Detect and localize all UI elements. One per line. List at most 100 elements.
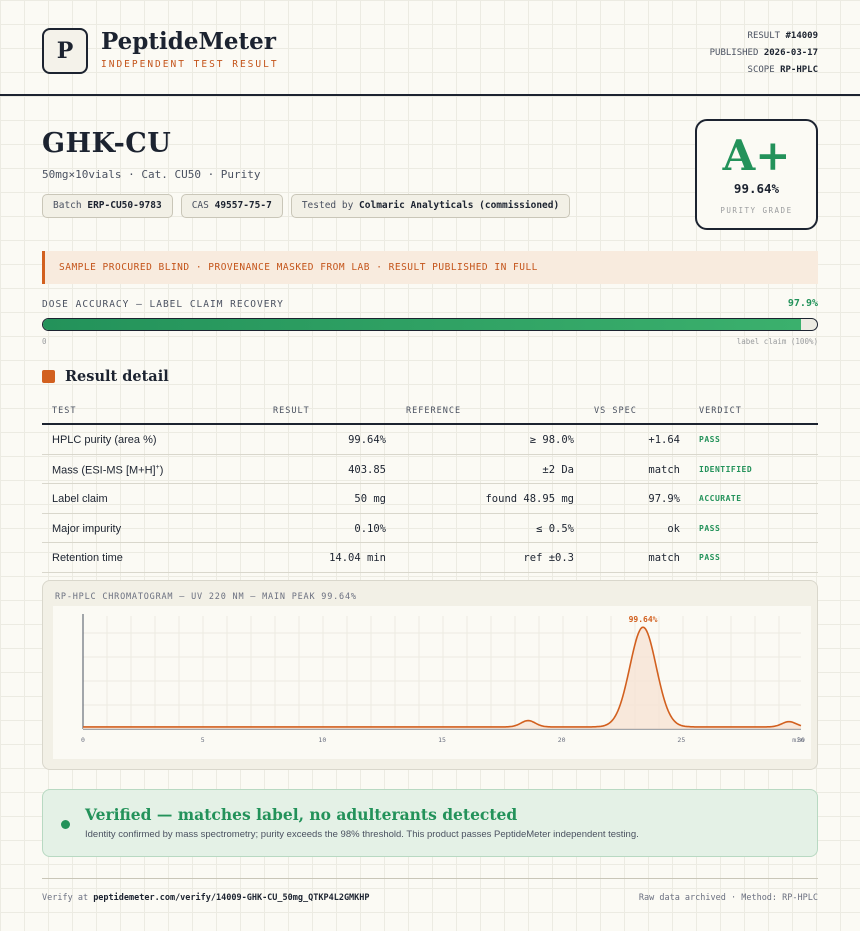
published-label: PUBLISHED bbox=[709, 48, 759, 58]
peak-label: 99.64% bbox=[629, 615, 658, 624]
purity-grade-card: A+ 99.64% PURITY GRADE bbox=[695, 119, 818, 230]
col-vs-spec: VS SPEC bbox=[594, 406, 637, 416]
scope-value: RP-HPLC bbox=[780, 65, 818, 75]
verify-line: Verify at peptidemeter.com/verify/14009-… bbox=[42, 893, 370, 903]
published-line: PUBLISHED 2026-03-17 bbox=[710, 45, 818, 62]
row-vs-spec: match bbox=[648, 552, 680, 564]
x-tick-label: 20 bbox=[558, 736, 566, 744]
brand-subtitle: INDEPENDENT TEST RESULT bbox=[101, 59, 279, 70]
logo-letter: P bbox=[56, 38, 74, 64]
col-reference: REFERENCE bbox=[406, 406, 462, 416]
product-chips: Batch ERP-CU50-9783 CAS 49557-75-7 Teste… bbox=[42, 194, 571, 218]
batch-value: ERP-CU50-9783 bbox=[87, 200, 162, 211]
grade-label: PURITY GRADE bbox=[720, 206, 793, 215]
dose-accuracy-fill bbox=[43, 319, 801, 330]
batch-label: Batch bbox=[53, 200, 82, 211]
scope-label: SCOPE bbox=[747, 65, 775, 75]
chromatogram-title: RP-HPLC CHROMATOGRAM — UV 220 NM — MAIN … bbox=[55, 592, 357, 602]
row-verdict: IDENTIFIED bbox=[699, 464, 753, 474]
verified-title: Verified — matches label, no adulterants… bbox=[85, 805, 518, 824]
row-test: Retention time bbox=[52, 552, 123, 564]
blind-sample-banner: SAMPLE PROCURED BLIND · PROVENANCE MASKE… bbox=[42, 251, 818, 284]
grade-letter: A+ bbox=[722, 131, 791, 180]
tested-by-chip: Tested by Colmaric Analyticals (commissi… bbox=[290, 194, 571, 218]
result-table: TEST RESULT REFERENCE VS SPEC VERDICT HP… bbox=[42, 398, 818, 573]
x-tick-label: 5 bbox=[201, 736, 205, 744]
x-tick-label: 25 bbox=[677, 736, 685, 744]
dose-max-label: label claim (100%) bbox=[736, 337, 818, 346]
col-result: RESULT bbox=[273, 406, 310, 416]
table-row: Retention time 14.04 min ref ±0.3 match … bbox=[42, 543, 818, 573]
report-header: P PeptideMeter INDEPENDENT TEST RESULT R… bbox=[0, 0, 860, 96]
tested-label: Tested by bbox=[301, 200, 354, 211]
cas-chip: CAS 49557-75-7 bbox=[180, 194, 283, 218]
x-tick-label: 15 bbox=[438, 736, 446, 744]
grade-percent: 99.64% bbox=[733, 181, 780, 196]
x-tick-label: 10 bbox=[318, 736, 326, 744]
signal-line bbox=[83, 626, 802, 728]
footer-divider bbox=[42, 878, 818, 879]
chromatogram-panel: RP-HPLC CHROMATOGRAM — UV 220 NM — MAIN … bbox=[42, 580, 818, 770]
report-meta: RESULT #14009 PUBLISHED 2026-03-17 SCOPE… bbox=[710, 28, 818, 79]
x-unit-label: min bbox=[792, 736, 804, 744]
product-subline: 50mg×10vials · Cat. CU50 · Purity bbox=[42, 168, 261, 181]
verified-description: Identity confirmed by mass spectrometry;… bbox=[85, 829, 639, 840]
row-result: 0.10% bbox=[354, 522, 386, 535]
signal-area bbox=[83, 627, 801, 729]
verified-banner: Verified — matches label, no adulterants… bbox=[42, 789, 818, 857]
row-test: Mass (ESI-MS [M+H]+) bbox=[52, 464, 163, 477]
chromatogram-plot: 99.64% 0 5 10 15 20 25 30 min bbox=[53, 606, 811, 759]
cas-value: 49557-75-7 bbox=[214, 200, 272, 211]
row-test: Label claim bbox=[52, 493, 108, 505]
row-test-text: Mass (ESI-MS [M+H] bbox=[52, 464, 156, 477]
table-header: TEST RESULT REFERENCE VS SPEC VERDICT bbox=[42, 398, 818, 425]
dose-accuracy-value: 97.9% bbox=[787, 298, 818, 309]
dose-accuracy-bar bbox=[42, 318, 818, 331]
row-verdict: PASS bbox=[699, 435, 721, 444]
dose-min-label: 0 bbox=[42, 337, 47, 346]
chromatogram-svg: 99.64%0 5 10 15 20 25 30min bbox=[81, 614, 805, 744]
published-date: 2026-03-17 bbox=[763, 48, 818, 58]
result-id: #14009 bbox=[785, 31, 818, 41]
row-vs-spec: ok bbox=[667, 522, 680, 535]
x-tick-label: 0 bbox=[81, 736, 85, 744]
col-verdict: VERDICT bbox=[699, 406, 742, 416]
row-reference: ±2 Da bbox=[542, 463, 574, 476]
section-title: Result detail bbox=[65, 368, 169, 385]
table-row: Mass (ESI-MS [M+H]+) 403.85 ±2 Da match … bbox=[42, 455, 818, 484]
table-row: HPLC purity (area %) 99.64% ≥ 98.0% +1.6… bbox=[42, 425, 818, 455]
row-reference: found 48.95 mg bbox=[485, 493, 574, 505]
verify-prefix: Verify at bbox=[42, 893, 89, 903]
result-id-line: RESULT #14009 bbox=[710, 28, 818, 45]
product-name: GHK-CU bbox=[42, 128, 172, 159]
tested-value: Colmaric Analyticals (commissioned) bbox=[359, 200, 560, 211]
batch-chip: Batch ERP-CU50-9783 bbox=[42, 194, 173, 218]
row-vs-spec: match bbox=[648, 463, 680, 476]
row-verdict: PASS bbox=[699, 523, 721, 533]
row-result: 403.85 bbox=[348, 463, 386, 476]
result-label: RESULT bbox=[747, 31, 781, 41]
row-result: 14.04 min bbox=[329, 552, 386, 564]
row-reference: ref ±0.3 bbox=[523, 552, 574, 564]
row-reference: ≥ 98.0% bbox=[529, 434, 574, 446]
row-test: HPLC purity (area %) bbox=[52, 434, 157, 446]
brand-name: PeptideMeter bbox=[101, 28, 276, 55]
table-row: Label claim 50 mg found 48.95 mg 97.9% A… bbox=[42, 484, 818, 514]
row-vs-spec: +1.64 bbox=[648, 434, 680, 446]
row-result: 50 mg bbox=[354, 493, 386, 505]
row-test-end: ) bbox=[159, 464, 164, 477]
dose-accuracy-label: DOSE ACCURACY — LABEL CLAIM RECOVERY bbox=[42, 299, 284, 310]
cas-label: CAS bbox=[191, 200, 209, 211]
row-verdict: PASS bbox=[699, 553, 721, 562]
row-vs-spec: 97.9% bbox=[648, 493, 680, 505]
row-reference: ≤ 0.5% bbox=[536, 522, 574, 535]
col-test: TEST bbox=[52, 406, 77, 416]
table-row: Major impurity 0.10% ≤ 0.5% ok PASS bbox=[42, 514, 818, 543]
row-verdict: ACCURATE bbox=[699, 494, 742, 503]
verify-link[interactable]: peptidemeter.com/verify/14009-GHK-CU_50m… bbox=[93, 893, 369, 903]
section-square-icon bbox=[42, 370, 55, 383]
verified-dot-icon bbox=[61, 820, 70, 829]
scope-line: SCOPE RP-HPLC bbox=[710, 62, 818, 79]
logo: P bbox=[42, 28, 88, 74]
row-test: Major impurity bbox=[52, 522, 122, 535]
